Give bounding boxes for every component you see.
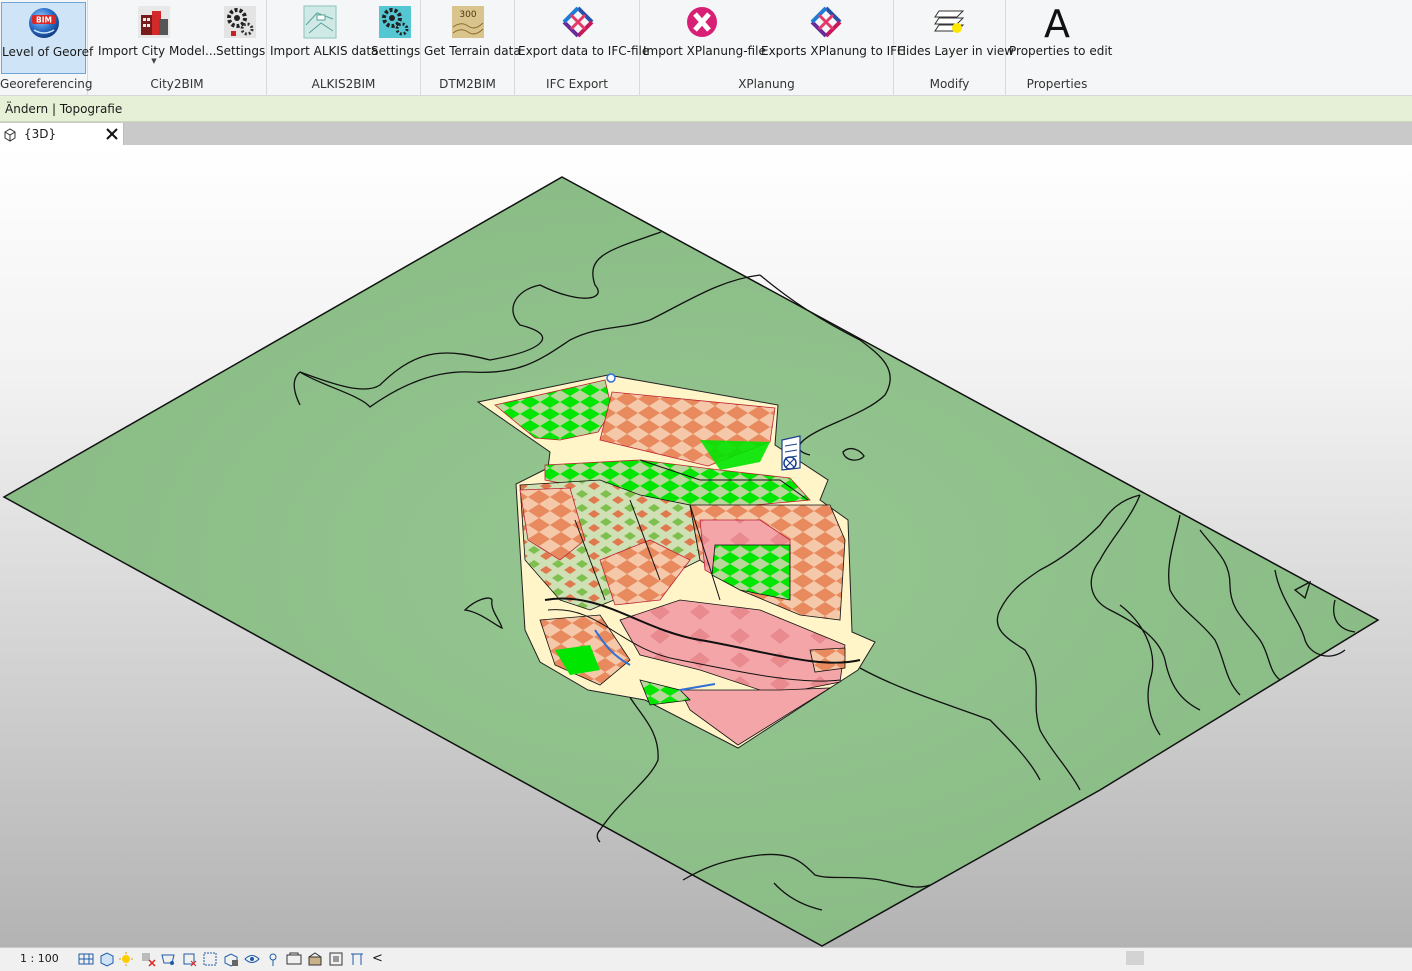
context-bar: Ändern | Topografie bbox=[0, 96, 1412, 122]
survey-point-marker[interactable] bbox=[781, 435, 801, 471]
panel-label-georeferencing: Georeferencing bbox=[0, 77, 93, 91]
close-icon[interactable] bbox=[104, 126, 120, 142]
export-xplanung-label: Exports XPlanung to IFC bbox=[761, 44, 906, 58]
temporary-view-props-icon[interactable] bbox=[286, 951, 302, 967]
cube-3d-icon bbox=[4, 128, 16, 142]
panel-alkis2bim: Import ALKIS data Settings ALKIS2BIM bbox=[267, 0, 421, 96]
get-terrain-data-label: Get Terrain data bbox=[424, 44, 521, 58]
chevron-down-icon[interactable]: ▼ bbox=[98, 57, 210, 65]
3d-viewport[interactable] bbox=[0, 145, 1412, 947]
city-buildings-icon bbox=[138, 6, 170, 38]
panel-label-dtm2bim: DTM2BIM bbox=[439, 77, 496, 91]
export-ifc-button[interactable]: Export data to IFC-file bbox=[518, 2, 650, 74]
import-city-model-label: Import City Model... bbox=[98, 44, 217, 58]
text-a-icon: A bbox=[1044, 5, 1070, 39]
get-terrain-data-button[interactable]: 300 Get Terrain data bbox=[424, 2, 521, 74]
analytical-model-icon[interactable] bbox=[349, 951, 365, 967]
panel-city2bim: Import City Model... ▼ Settings City2BIM bbox=[88, 0, 267, 96]
sun-path-icon[interactable] bbox=[118, 951, 134, 967]
export-xplanung-button[interactable]: Exports XPlanung to IFC bbox=[761, 2, 906, 74]
panel-georeferencing: BIM Level of Georef Georeferencing bbox=[0, 0, 94, 96]
bim-logo-text: BIM bbox=[36, 16, 52, 25]
temporary-hide-icon[interactable] bbox=[244, 951, 260, 967]
horizontal-scrollbar-thumb[interactable] bbox=[1126, 951, 1144, 965]
panel-ifc-export: Export data to IFC-file IFC Export bbox=[515, 0, 650, 96]
render-icon[interactable] bbox=[160, 951, 176, 967]
import-xplanung-label: Import XPlanung-file bbox=[643, 44, 766, 58]
alkis-settings-label: Settings bbox=[371, 44, 421, 58]
panel-label-xplanung: XPlanung bbox=[738, 77, 795, 91]
panel-label-city2bim: City2BIM bbox=[150, 77, 204, 91]
reveal-hidden-icon[interactable] bbox=[265, 951, 281, 967]
gears-icon bbox=[379, 6, 411, 38]
layers-sun-icon bbox=[934, 10, 965, 33]
ribbon: BIM Level of Georef Georeferencing Impor… bbox=[0, 0, 1412, 96]
view-scale[interactable]: 1 : 100 bbox=[20, 952, 59, 965]
worksharing-display-icon[interactable] bbox=[307, 951, 323, 967]
topography-scene[interactable] bbox=[0, 145, 1412, 947]
gears-icon bbox=[224, 6, 256, 38]
detail-level-icon[interactable] bbox=[78, 951, 94, 967]
level-of-georef-button[interactable]: BIM Level of Georef bbox=[1, 2, 94, 74]
panel-xplanung: Import XPlanung-file Exports XPlanung to… bbox=[640, 0, 906, 96]
export-ifc-label: Export data to IFC-file bbox=[518, 44, 650, 58]
terrain-contour-icon: 300 bbox=[452, 6, 484, 38]
alkis-settings-button[interactable]: Settings bbox=[371, 2, 421, 74]
crop-view-icon[interactable] bbox=[181, 951, 197, 967]
panel-modify: Hides Layer in view Modify bbox=[894, 0, 1015, 96]
city2bim-settings-button[interactable]: Settings bbox=[216, 2, 266, 74]
text-a-glyph: A bbox=[1044, 5, 1070, 39]
show-crop-region-icon[interactable] bbox=[202, 951, 218, 967]
hide-layer-label: Hides Layer in view bbox=[897, 44, 1015, 58]
panel-label-ifc-export: IFC Export bbox=[546, 77, 608, 91]
import-alkis-label: Import ALKIS data bbox=[270, 44, 379, 58]
level-of-georef-label: Level of Georef bbox=[2, 45, 94, 59]
project-base-point[interactable] bbox=[606, 373, 616, 383]
alkis-map-icon bbox=[303, 5, 337, 39]
panel-label-properties: Properties bbox=[1026, 77, 1088, 91]
import-city-model-button[interactable]: Import City Model... ▼ bbox=[98, 2, 217, 74]
panel-label-modify: Modify bbox=[929, 77, 970, 91]
panel-dtm2bim: 300 Get Terrain data DTM2BIM bbox=[421, 0, 521, 96]
ifc-logo-icon bbox=[810, 6, 842, 38]
reveal-constraints-icon[interactable] bbox=[328, 951, 344, 967]
import-alkis-button[interactable]: Import ALKIS data bbox=[270, 2, 379, 74]
xplanung-x-icon bbox=[687, 7, 717, 37]
properties-to-edit-button[interactable]: A Properties to edit bbox=[1009, 2, 1113, 74]
context-bar-text: Ändern | Topografie bbox=[5, 102, 123, 116]
lock-3d-view-icon[interactable] bbox=[223, 951, 239, 967]
shadows-off-icon[interactable] bbox=[140, 951, 156, 967]
panel-properties: A Properties to edit Properties bbox=[1006, 0, 1113, 96]
view-tab-bar: {3D} bbox=[0, 122, 1412, 145]
properties-to-edit-label: Properties to edit bbox=[1009, 44, 1113, 58]
city2bim-settings-label: Settings bbox=[216, 44, 266, 58]
visual-style-icon[interactable] bbox=[99, 951, 115, 967]
bim-globe-icon: BIM bbox=[28, 8, 59, 38]
panel-label-alkis2bim: ALKIS2BIM bbox=[311, 77, 376, 91]
chevron-left-icon[interactable]: < bbox=[372, 951, 388, 967]
tab-3d-view[interactable]: {3D} bbox=[0, 123, 124, 145]
tab-3d-label: {3D} bbox=[24, 127, 57, 141]
hide-layer-button[interactable]: Hides Layer in view bbox=[897, 2, 1015, 74]
import-xplanung-button[interactable]: Import XPlanung-file bbox=[643, 2, 766, 74]
view-control-bar: 1 : 100 < bbox=[0, 947, 1412, 971]
ifc-logo-icon bbox=[562, 6, 594, 38]
terrain-icon-text: 300 bbox=[459, 10, 476, 20]
